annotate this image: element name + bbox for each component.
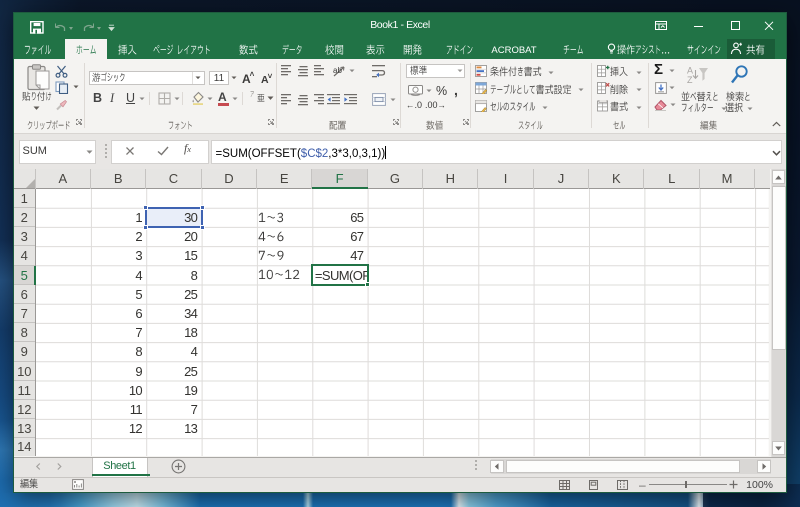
svg-text:Z: Z [687, 75, 693, 85]
svg-text:ab: ab [333, 66, 342, 75]
svg-text:A: A [687, 66, 693, 76]
